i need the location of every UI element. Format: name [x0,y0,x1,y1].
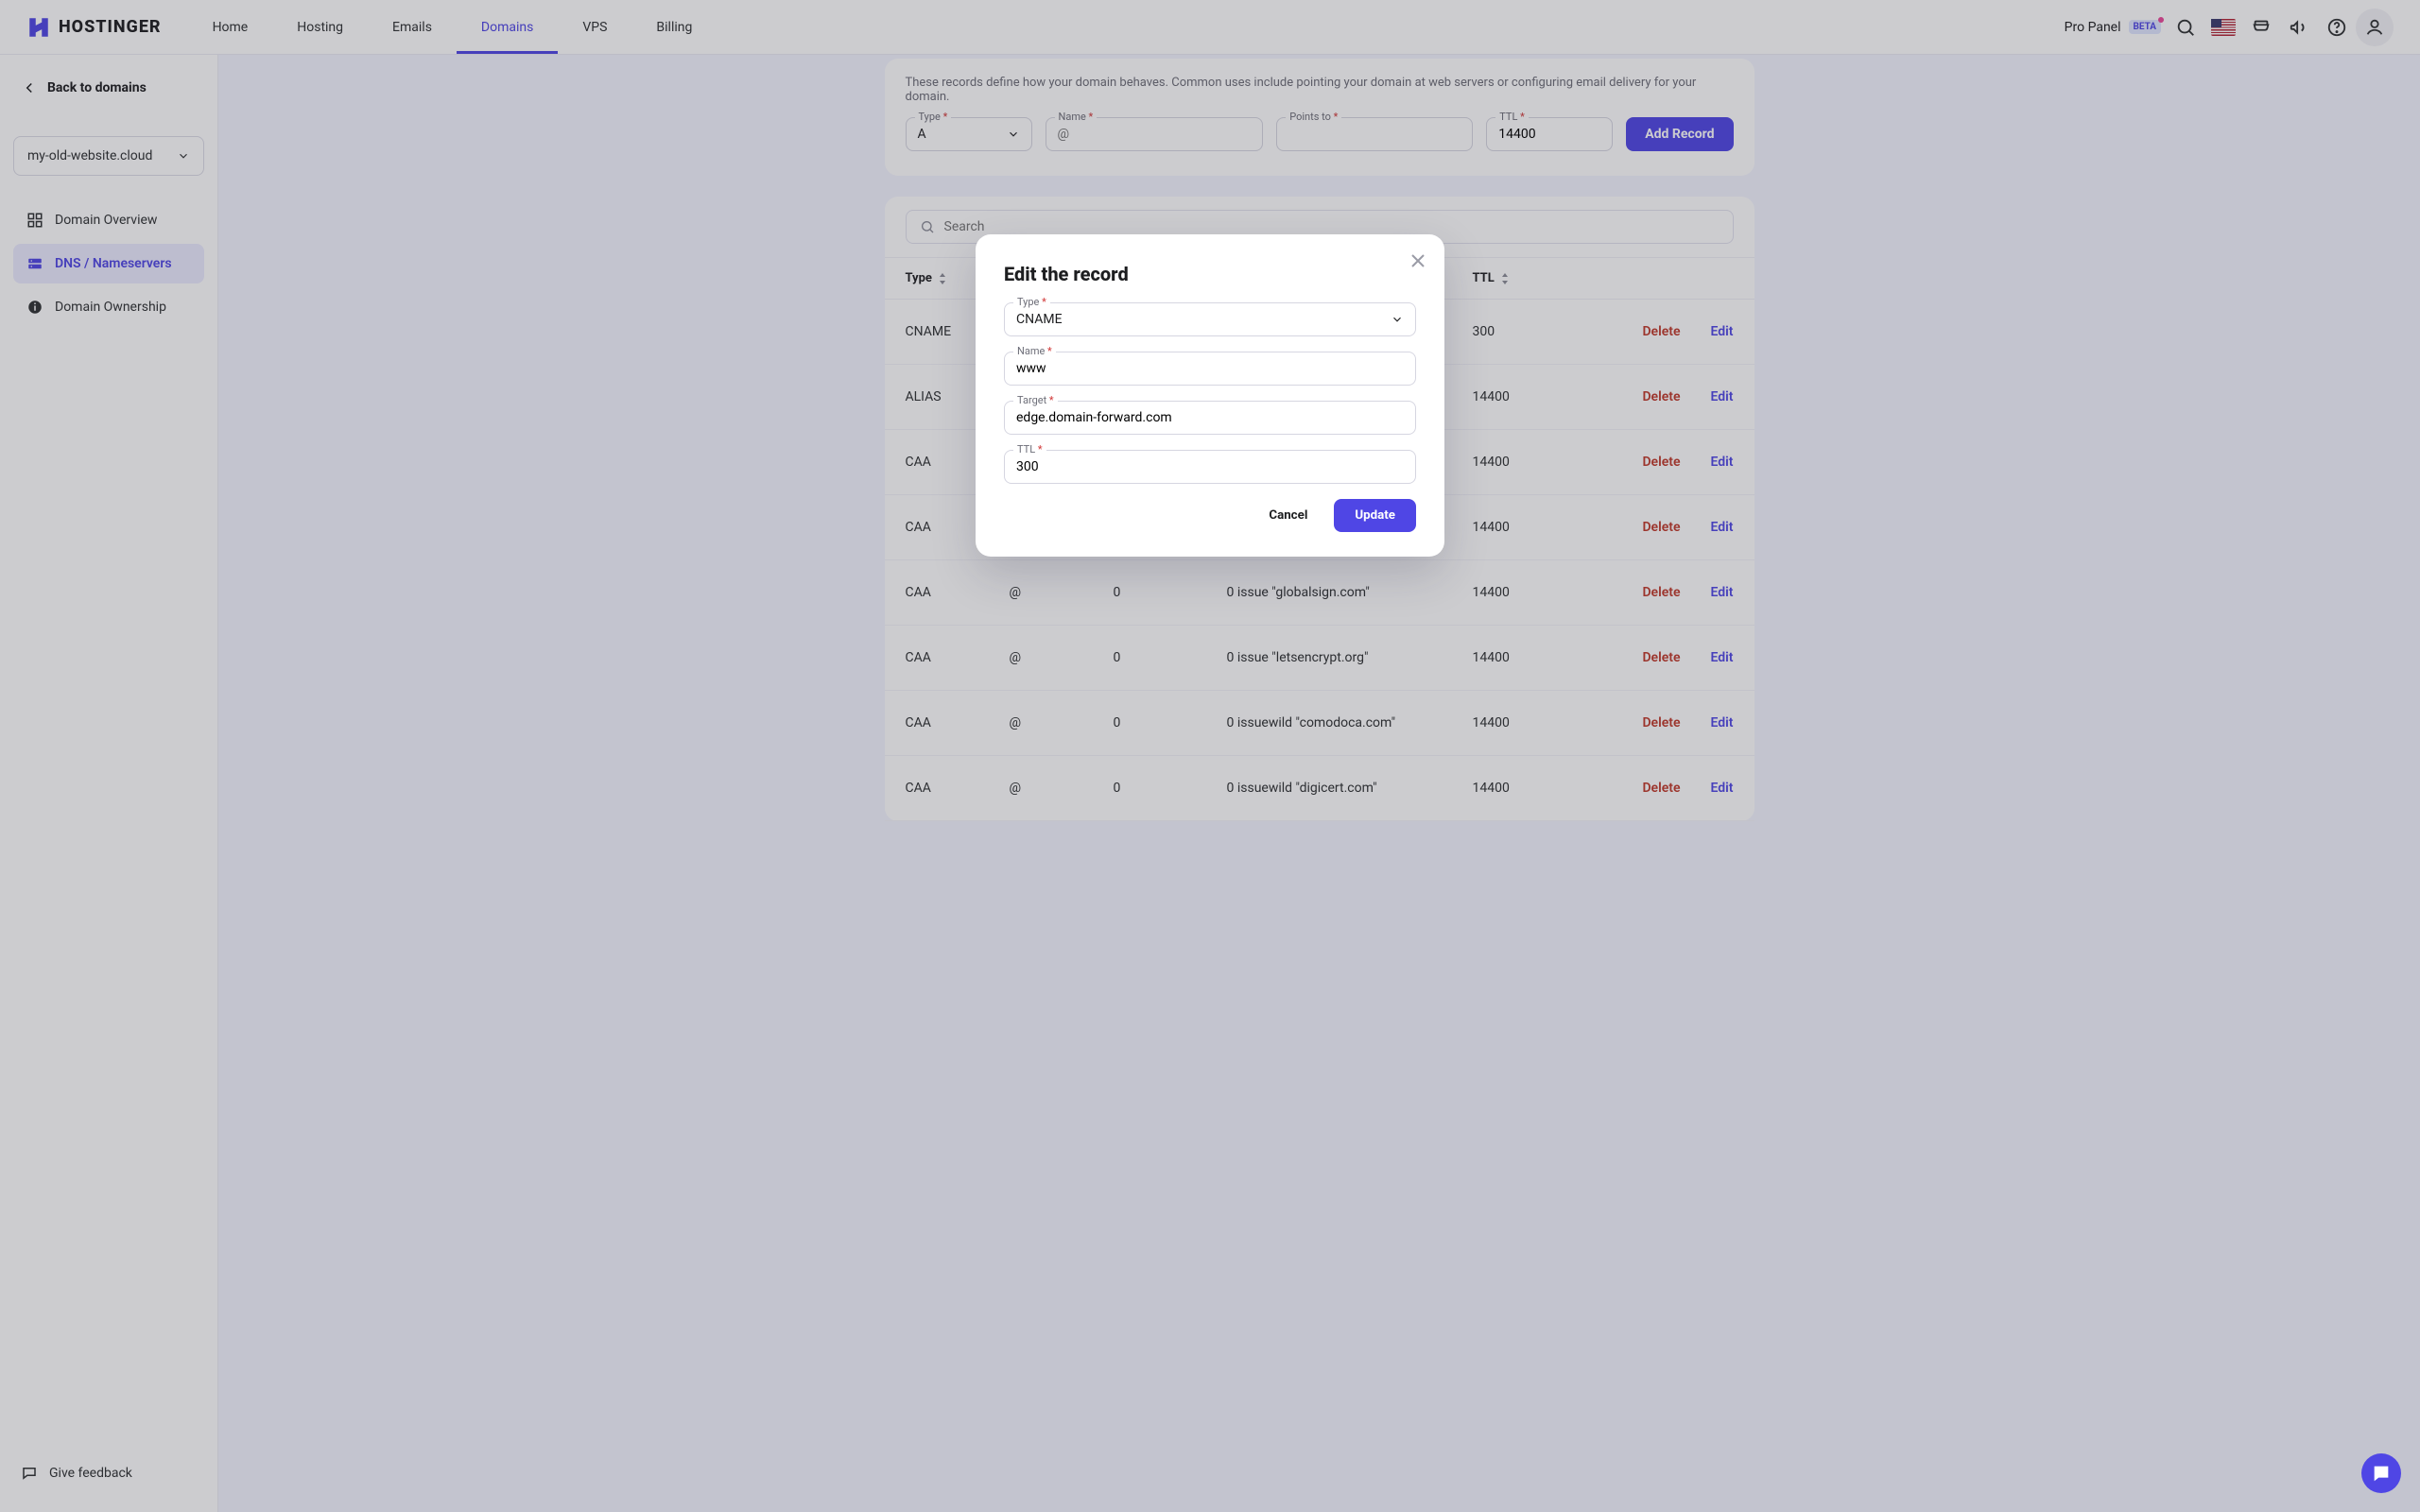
chevron-down-icon [1391,313,1404,326]
modal-scrim[interactable] [0,0,2420,1512]
modal-field-target[interactable]: Target * [1004,401,1416,435]
close-icon[interactable] [1407,249,1429,272]
modal-field-type[interactable]: Type * CNAME [1004,302,1416,336]
modal-field-ttl[interactable]: TTL * [1004,450,1416,484]
modal-ttl-input[interactable] [1016,459,1404,474]
modal-name-input[interactable] [1016,361,1404,376]
modal-field-name[interactable]: Name * [1004,352,1416,386]
intercom-launcher[interactable] [2361,1453,2401,1493]
modal-target-input[interactable] [1016,410,1404,425]
edit-record-modal: Edit the record Type * CNAME Name * Targ… [976,234,1444,557]
cancel-button[interactable]: Cancel [1252,499,1324,532]
modal-title: Edit the record [1004,263,1416,285]
modal-type-value: CNAME [1016,312,1063,327]
update-button[interactable]: Update [1334,499,1416,532]
